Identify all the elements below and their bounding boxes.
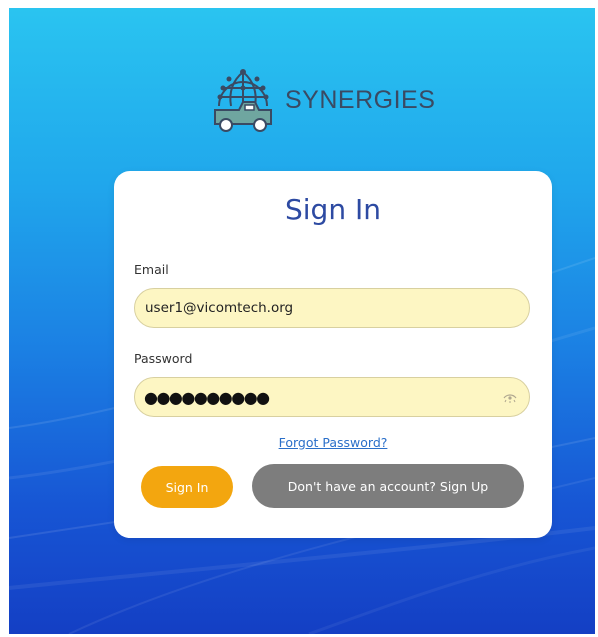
email-value: user1@vicomtech.org <box>145 300 294 316</box>
brand-name: SYNERGIES <box>285 85 436 114</box>
email-label: Email <box>134 262 169 277</box>
signin-button[interactable]: Sign In <box>141 466 233 508</box>
login-page-background: SYNERGIES Sign In Email user1@vicomtech.… <box>9 8 595 634</box>
eye-toggle-icon[interactable] <box>503 391 517 403</box>
password-field[interactable]: ●●●●●●●●●● <box>134 377 530 417</box>
page-title: Sign In <box>285 193 381 226</box>
password-masked-value: ●●●●●●●●●● <box>144 387 270 407</box>
email-field[interactable]: user1@vicomtech.org <box>134 288 530 328</box>
password-label: Password <box>134 351 193 366</box>
signup-button[interactable]: Don't have an account? Sign Up <box>252 464 524 508</box>
globe-network-truck-icon <box>214 69 272 132</box>
forgot-password-link[interactable]: Forgot Password? <box>114 435 552 450</box>
signin-card: Sign In Email user1@vicomtech.org Passwo… <box>114 171 552 538</box>
brand-header: SYNERGIES <box>209 66 435 134</box>
